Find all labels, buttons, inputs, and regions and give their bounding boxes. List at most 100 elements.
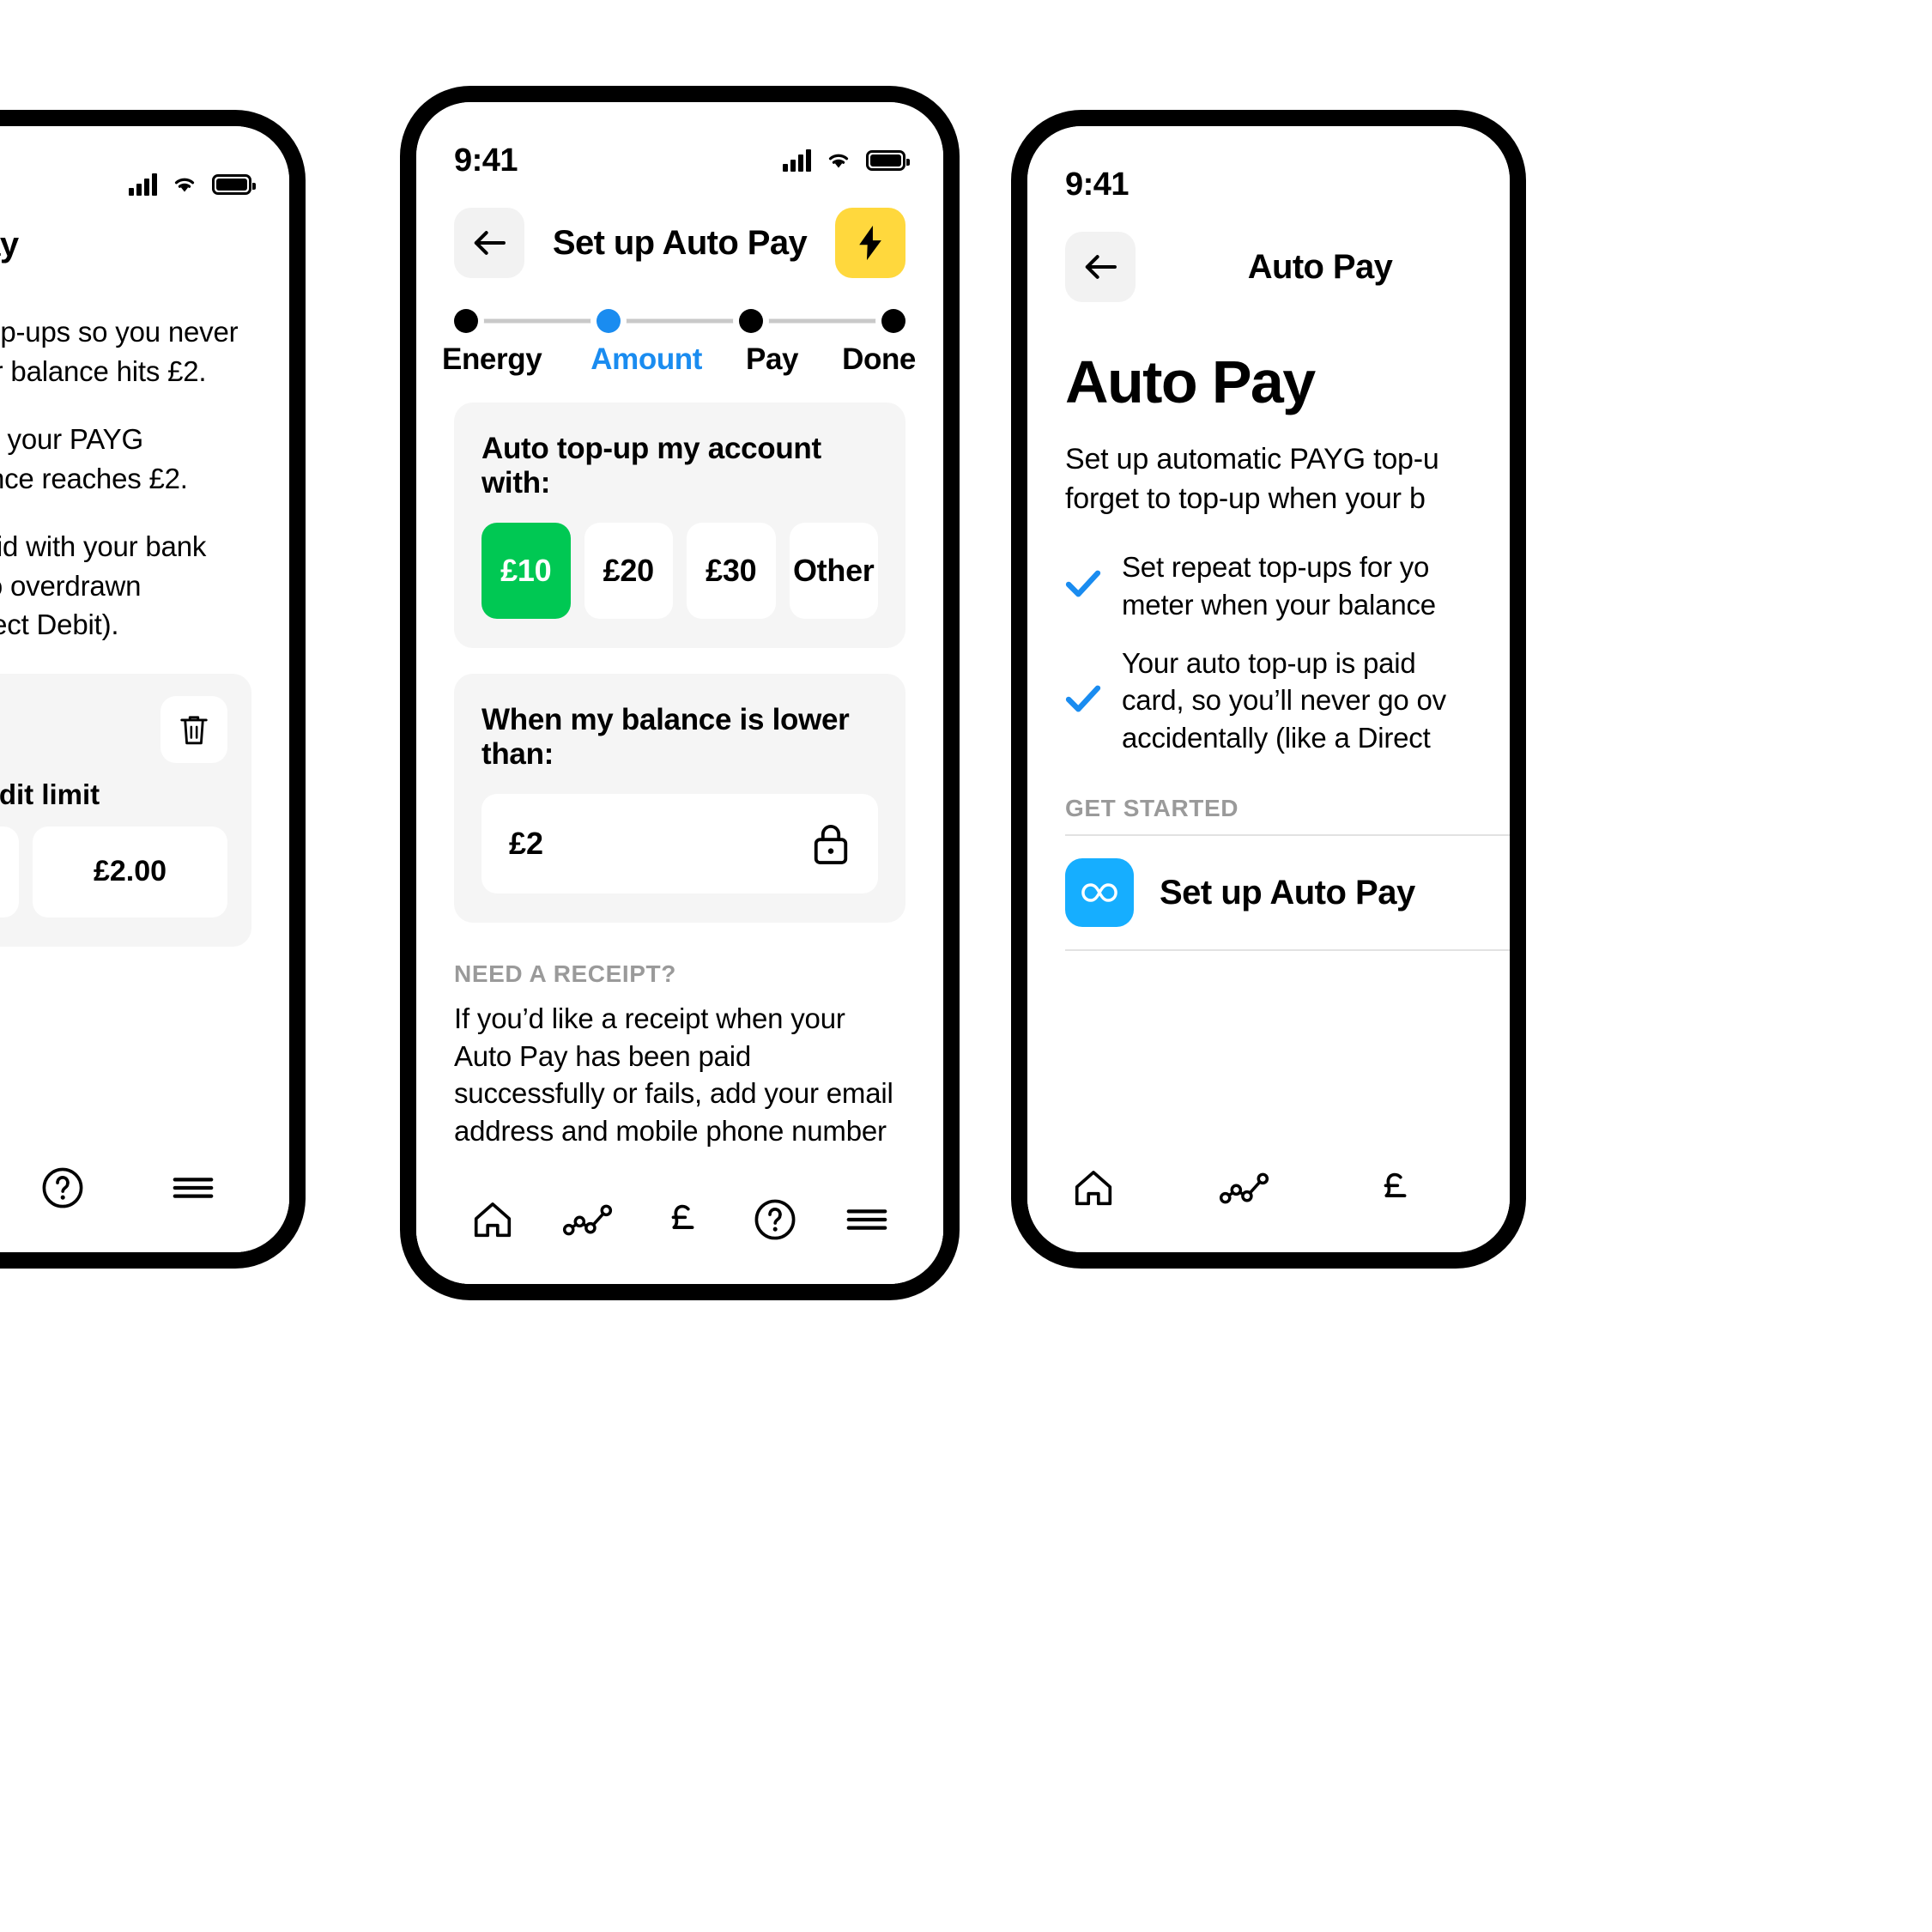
page-title: Auto Pay [1247, 247, 1393, 286]
hero-subtitle: Set up automatic PAYG top-u forget to to… [1065, 443, 1439, 515]
phone-center: 9:41 Set up Auto Pay Energy Amount Pay D… [400, 86, 960, 1300]
usage-chart-icon [563, 1204, 613, 1236]
amount-option-10[interactable]: £10 [481, 523, 571, 619]
page-title: Set up Auto Pay [552, 223, 808, 262]
wifi-icon [828, 154, 849, 168]
benefit-text: Set repeat top-ups for yo meter when you… [1122, 550, 1436, 621]
setup-auto-pay-row[interactable]: Set up Auto Pay [1065, 834, 1510, 952]
phone-right: 9:41 Auto Pay Auto Pay Set up automatic … [1011, 110, 1526, 1269]
check-icon [1065, 570, 1101, 602]
step-dot-energy[interactable] [454, 309, 478, 333]
step-label-pay: Pay [746, 342, 799, 376]
help-icon [42, 1167, 83, 1208]
step-dot-done[interactable] [881, 309, 905, 333]
tab-help[interactable] [752, 1196, 798, 1243]
back-arrow-icon [474, 231, 506, 255]
left-status-bar [0, 126, 289, 209]
topup-amount-card: Auto top-up my account with: £10 £20 £30… [454, 403, 905, 648]
phone-left: Auto Pay c PAYG top-ups so you never whe… [0, 110, 306, 1269]
amount-option-20[interactable]: £20 [584, 523, 673, 619]
left-paragraph-2: op-ups for your PAYG your balance reache… [0, 423, 188, 494]
credit-limit-field-secondary[interactable] [0, 826, 19, 918]
tab-usage[interactable] [561, 1201, 615, 1239]
infinity-icon [1081, 883, 1117, 902]
tab-home[interactable] [469, 1196, 516, 1243]
progress-stepper: Energy Amount Pay Done [416, 284, 943, 377]
pound-icon [1384, 1172, 1407, 1197]
screenshot-canvas: Auto Pay c PAYG top-ups so you never whe… [0, 0, 1932, 1932]
center-tab-bar [416, 1155, 943, 1284]
center-content: Auto top-up my account with: £10 £20 £30… [416, 403, 943, 1284]
tab-help[interactable] [39, 1165, 86, 1211]
credit-limit-card: Credit limit £2.00 [0, 673, 251, 947]
delete-button[interactable] [160, 695, 227, 763]
benefits-list: Set repeat top-ups for yo meter when you… [1065, 548, 1472, 757]
step-label-amount: Amount [591, 342, 703, 376]
boost-button[interactable] [835, 208, 905, 278]
balance-threshold-card: When my balance is lower than: £2 [454, 674, 905, 923]
home-icon [1075, 1171, 1112, 1206]
stepper-labels: Energy Amount Pay Done [442, 342, 916, 377]
left-paragraph-1: c PAYG top-ups so you never when your ba… [0, 316, 239, 387]
wifi-icon [174, 178, 195, 192]
pound-icon [671, 1204, 694, 1229]
menu-icon [173, 1178, 214, 1198]
amount-option-other[interactable]: Other [789, 523, 878, 619]
stepper-track [466, 318, 893, 324]
tab-home[interactable] [1070, 1165, 1117, 1211]
tab-usage[interactable] [1218, 1169, 1271, 1207]
status-time: 9:41 [454, 142, 518, 179]
tab-menu[interactable] [170, 1171, 216, 1205]
check-icon [1065, 685, 1101, 717]
hero-title: Auto Pay [1065, 348, 1316, 415]
help-icon [754, 1199, 796, 1240]
signal-icon [783, 149, 811, 172]
left-paragraph-3: p-up is paid with your bank ll never go … [0, 530, 207, 641]
right-tab-bar [1027, 1123, 1510, 1252]
left-tab-bar [0, 1123, 289, 1252]
balance-threshold-value: £2 [509, 826, 544, 861]
lightning-bolt-icon [859, 225, 881, 261]
topup-amount-title: Auto top-up my account with: [481, 432, 821, 500]
tab-pay[interactable] [660, 1196, 706, 1243]
get-started-label: GET STARTED [1065, 795, 1239, 822]
usage-chart-icon [1219, 1172, 1269, 1204]
list-item: Your auto top-up is paid card, so you’ll… [1065, 645, 1472, 758]
right-nav-bar: Auto Pay [1027, 209, 1510, 308]
center-nav-bar: Set up Auto Pay [416, 185, 943, 284]
credit-limit-label: Credit limit [0, 778, 100, 810]
credit-limit-fields: £2.00 [0, 826, 227, 918]
balance-threshold-field[interactable]: £2 [481, 794, 878, 893]
amount-option-30[interactable]: £30 [687, 523, 776, 619]
left-screen: Auto Pay c PAYG top-ups so you never whe… [0, 126, 289, 1252]
list-item: Set repeat top-ups for yo meter when you… [1065, 548, 1472, 624]
home-icon [475, 1202, 512, 1238]
step-dot-pay[interactable] [739, 309, 763, 333]
balance-threshold-title: When my balance is lower than: [481, 703, 850, 771]
lock-icon [814, 824, 848, 864]
step-label-energy: Energy [442, 342, 542, 376]
signal-icon [129, 173, 157, 196]
tab-menu[interactable] [844, 1202, 890, 1237]
receipt-section-label: NEED A RECEIPT? [454, 960, 676, 987]
setup-auto-pay-label: Set up Auto Pay [1160, 873, 1415, 911]
battery-icon [212, 174, 256, 195]
back-button[interactable] [1065, 232, 1136, 302]
right-status-bar: 9:41 [1027, 126, 1510, 209]
back-button[interactable] [454, 208, 524, 278]
battery-icon [866, 150, 910, 171]
left-nav-title: Auto Pay [0, 226, 19, 263]
credit-limit-value[interactable]: £2.00 [33, 826, 227, 918]
back-arrow-icon [1085, 255, 1117, 279]
center-screen: 9:41 Set up Auto Pay Energy Amount Pay D… [416, 102, 943, 1284]
step-dot-amount[interactable] [597, 309, 621, 333]
infinity-icon-wrapper [1065, 858, 1134, 928]
trash-icon [180, 716, 208, 744]
right-screen: 9:41 Auto Pay Auto Pay Set up automatic … [1027, 126, 1510, 1252]
status-icons [783, 149, 910, 172]
benefit-text: Your auto top-up is paid card, so you’ll… [1122, 646, 1446, 754]
status-icons [129, 173, 256, 196]
topup-amount-options: £10 £20 £30 Other [481, 523, 878, 619]
tab-pay[interactable] [1372, 1165, 1419, 1211]
center-status-bar: 9:41 [416, 102, 943, 185]
